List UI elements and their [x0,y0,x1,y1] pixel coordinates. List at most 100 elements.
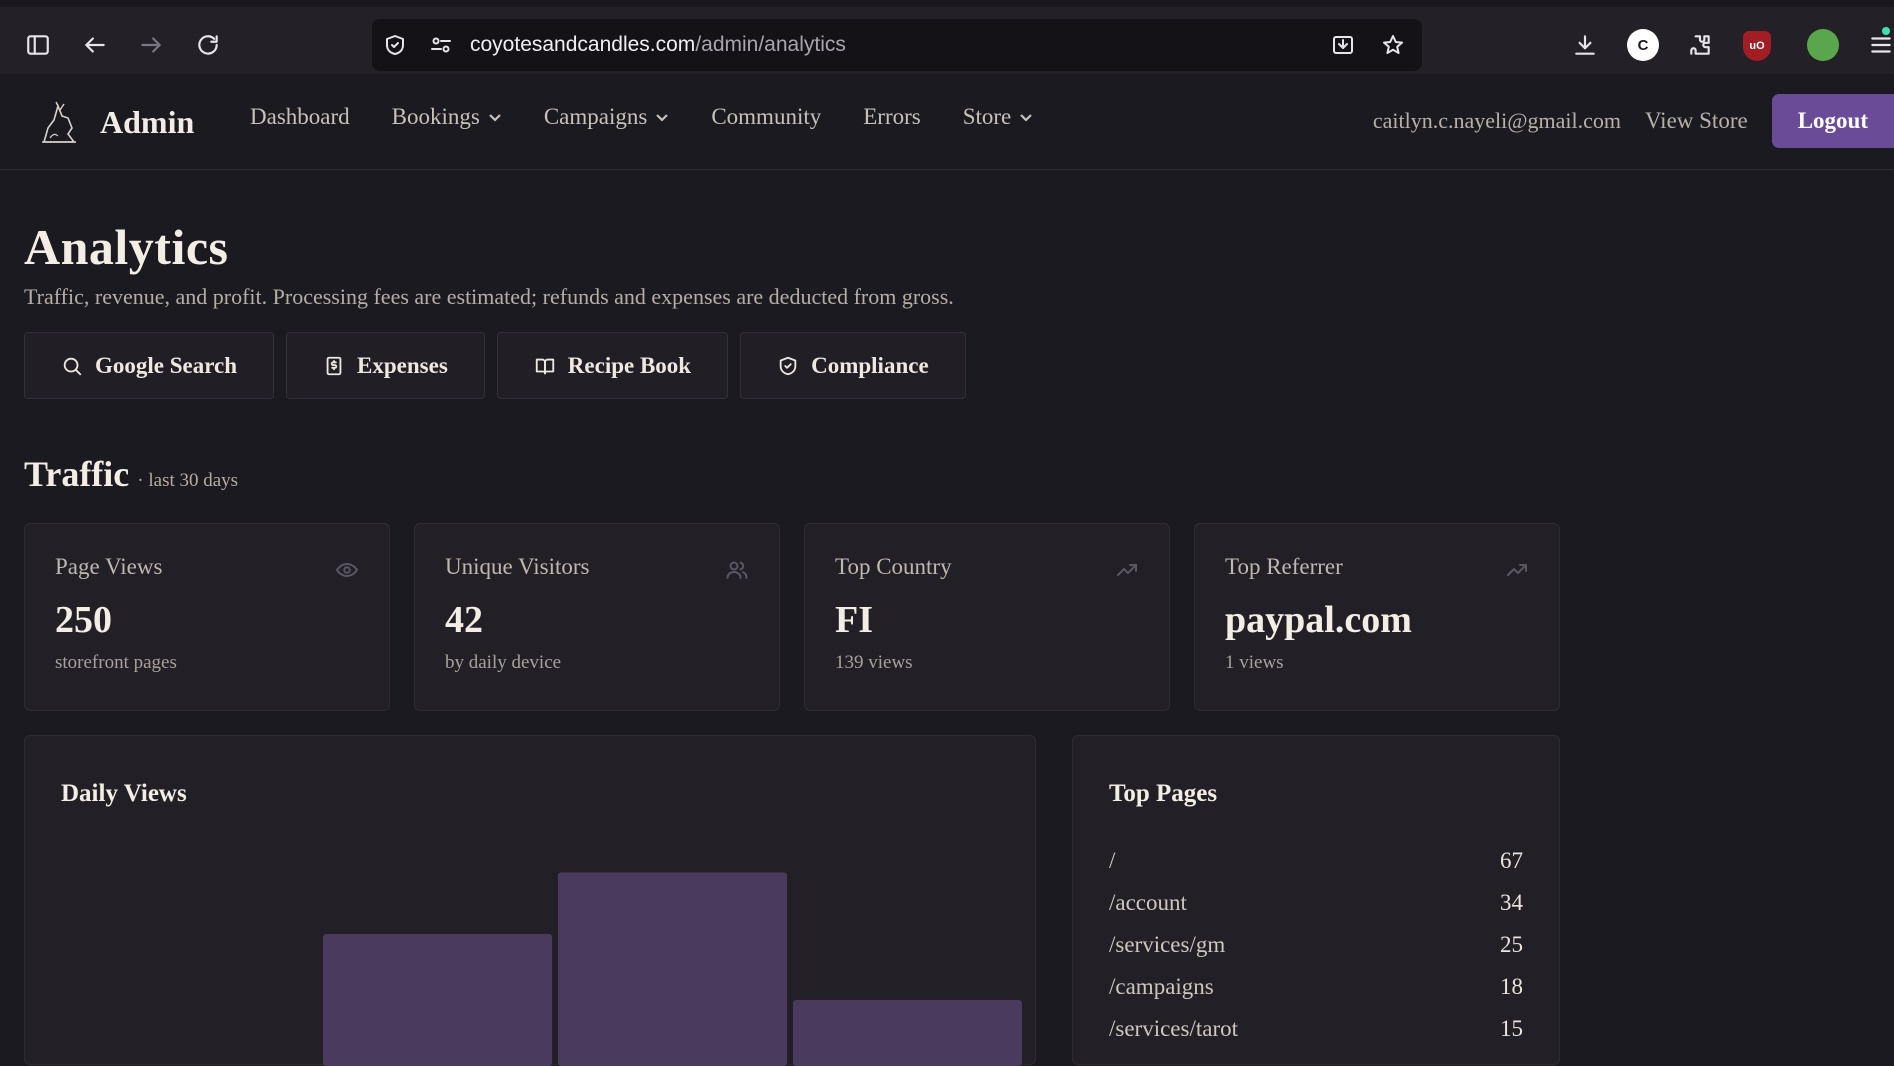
brand[interactable]: Admin [38,98,194,146]
sidebar-toggle-icon[interactable] [15,22,61,68]
back-icon[interactable] [72,22,118,68]
list-item[interactable]: /account 34 [1109,882,1523,924]
url-path: /admin/analytics [695,33,846,56]
extensions-icon[interactable] [1677,22,1723,68]
nav-store[interactable]: Store [963,104,1034,130]
stat-label: Page Views [55,554,163,579]
stat-value: 42 [445,599,483,641]
list-item[interactable]: /campaigns 18 [1109,966,1523,1008]
page-path: /services/gm [1109,932,1226,957]
chevron-down-icon [489,114,501,122]
expenses-button[interactable]: Expenses [286,332,485,399]
top-pages-panel: Top Pages / 67 /account 34 /services/gm 25 … [1072,735,1560,1065]
daily-views-panel: Daily Views [24,735,1036,1066]
trending-up-icon [1115,558,1139,582]
chart-bar [793,1000,1022,1066]
list-item[interactable]: /services/tarot 15 [1109,1008,1523,1050]
expenses-label: Expenses [357,352,448,378]
google-search-button[interactable]: Google Search [24,332,275,399]
traffic-period: · last 30 days [137,470,239,491]
recipe-book-label: Recipe Book [567,352,692,378]
tracking-shield-icon[interactable] [372,22,418,68]
nav-dashboard-label: Dashboard [250,104,350,129]
page-count: 34 [1500,890,1523,915]
stat-sub: by daily device [445,652,562,673]
stat-value: 250 [55,599,112,641]
page-path: /campaigns [1109,974,1214,999]
stat-card-top-referrer: Top Referrer paypal.com 1 views [1194,523,1560,711]
page-path: /services/tarot [1109,1016,1239,1041]
stat-sub: 139 views [835,652,913,673]
nav-community-label: Community [711,104,822,129]
nav-dashboard[interactable]: Dashboard [250,104,350,130]
admin-navbar: Admin Dashboard Bookings Campaigns Commu… [0,74,1894,170]
user-email: caitlyn.c.nayeli@gmail.com [1372,108,1621,133]
list-item[interactable]: /services/gm 25 [1109,924,1523,966]
eye-icon [335,558,359,582]
page-count: 15 [1500,1016,1523,1041]
list-item[interactable]: / 67 [1109,840,1523,882]
stat-label: Top Referrer [1225,554,1343,579]
logout-button[interactable]: Logout [1771,94,1894,148]
nav-errors[interactable]: Errors [863,104,920,130]
page-count: 18 [1500,974,1523,999]
daily-views-title: Daily Views [61,780,187,807]
forward-icon[interactable] [128,22,174,68]
stat-card-top-country: Top Country FI 139 views [804,523,1170,711]
nav-bookings-label: Bookings [391,104,480,129]
page-count: 67 [1500,848,1523,873]
nav-errors-label: Errors [863,104,921,129]
stat-value: FI [835,599,873,641]
recipe-book-button[interactable]: Recipe Book [496,332,729,399]
reload-icon[interactable] [185,22,231,68]
bookmark-star-icon[interactable] [1370,22,1416,68]
stat-label: Top Country [835,554,952,579]
nav-campaigns-label: Campaigns [543,104,648,129]
address-bar[interactable]: coyotesandcandles.com/admin/analytics [372,19,1422,71]
page-path: /account [1109,890,1187,915]
stat-sub: 1 views [1225,652,1284,673]
page-path: / [1109,848,1116,873]
search-icon [63,357,82,375]
compliance-button[interactable]: Compliance [740,332,966,399]
account-avatar-icon[interactable]: C [1627,29,1659,61]
page-count: 25 [1500,932,1523,957]
stat-card-unique-visitors: Unique Visitors 42 by daily device [414,523,780,711]
stat-label: Unique Visitors [445,554,590,579]
extension-green-icon[interactable] [1807,29,1839,61]
chevron-down-icon [656,114,669,122]
page-subtitle: Traffic, revenue, and profit. Processing… [24,284,954,309]
coyote-logo-icon [42,101,76,143]
downloads-icon[interactable] [1562,22,1608,68]
nav-store-label: Store [962,104,1012,129]
shield-icon [779,356,797,375]
main-nav: Dashboard Bookings Campaigns Community E… [250,104,1075,130]
receipt-icon [326,356,342,375]
url-text[interactable]: coyotesandcandles.com/admin/analytics [470,33,846,57]
trending-up-icon [1505,558,1529,582]
view-store-link[interactable]: View Store [1645,108,1748,134]
update-dot-icon [1882,27,1890,35]
nav-bookings[interactable]: Bookings [392,104,502,130]
browser-toolbar: coyotesandcandles.com/admin/analytics C … [0,0,1894,74]
page-title: Analytics [24,219,229,275]
chevron-down-icon [1020,114,1033,122]
traffic-stats: Page Views 250 storefront pages Unique V… [24,523,1894,711]
book-icon [535,358,554,374]
main-content: Analytics Traffic, revenue, and profit. … [24,170,1894,1066]
users-icon [725,558,749,582]
site-permissions-icon[interactable] [418,22,464,68]
stat-sub: storefront pages [55,652,177,673]
nav-community[interactable]: Community [711,104,821,130]
traffic-title: Traffic [24,454,130,494]
url-host: coyotesandcandles.com [470,33,696,56]
save-to-device-icon[interactable] [1320,22,1366,68]
compliance-label: Compliance [811,352,929,378]
traffic-heading: Traffic · last 30 days [24,453,1894,495]
nav-campaigns[interactable]: Campaigns [544,104,670,130]
brand-title: Admin [100,103,195,140]
ublock-origin-icon[interactable]: uO [1743,31,1771,61]
chart-bar [558,872,787,1066]
stat-value: paypal.com [1225,599,1412,641]
top-pages-title: Top Pages [1109,780,1218,807]
